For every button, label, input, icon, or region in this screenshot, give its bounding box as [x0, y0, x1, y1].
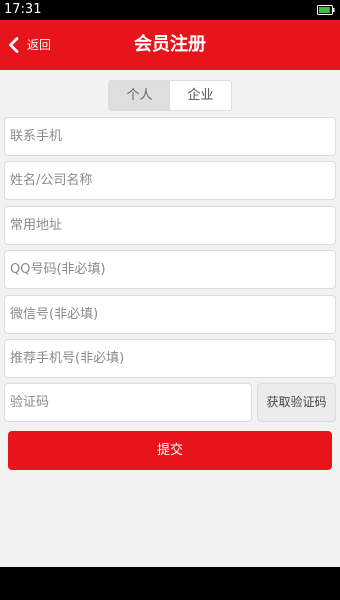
navigation-bar	[0, 567, 340, 600]
back-button[interactable]: 返回	[8, 30, 58, 60]
verification-code-input[interactable]	[4, 383, 252, 422]
referrer-phone-input[interactable]	[4, 339, 336, 378]
registration-screen: 17:31 会员注册 返回 个人 企业 获取验证码 提交	[0, 0, 340, 600]
back-label: 返回	[27, 38, 52, 52]
phone-input[interactable]	[4, 117, 336, 156]
name-company-input[interactable]	[4, 161, 336, 200]
status-time: 17:31	[4, 2, 42, 17]
wechat-input[interactable]	[4, 295, 336, 334]
account-type-tabs: 个人 企业	[108, 80, 232, 111]
header-bar: 会员注册 返回	[0, 20, 340, 70]
get-code-button[interactable]: 获取验证码	[257, 383, 336, 422]
status-bar: 17:31	[0, 0, 340, 20]
tab-enterprise[interactable]: 企业	[170, 81, 231, 110]
submit-button[interactable]: 提交	[8, 431, 332, 470]
address-input[interactable]	[4, 206, 336, 245]
battery-icon	[317, 5, 335, 15]
tab-personal[interactable]: 个人	[109, 81, 170, 110]
chevron-left-icon	[9, 37, 19, 53]
qq-input[interactable]	[4, 250, 336, 289]
